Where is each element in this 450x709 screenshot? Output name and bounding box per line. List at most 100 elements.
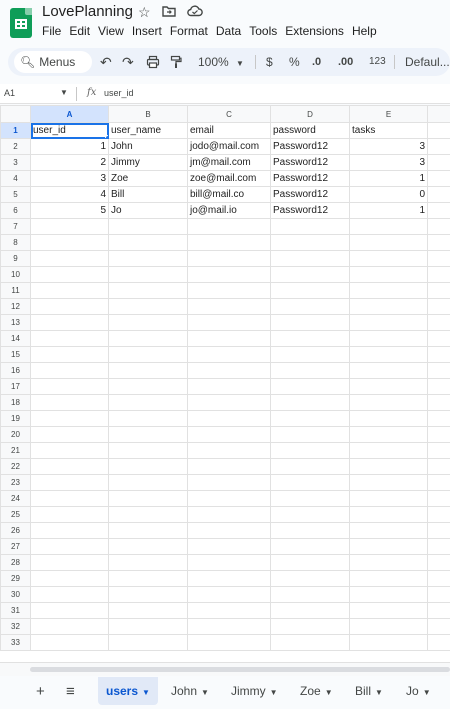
cell[interactable] <box>270 298 350 315</box>
cell[interactable] <box>270 330 350 347</box>
cell[interactable] <box>427 330 450 347</box>
cell[interactable]: Password12 <box>270 186 350 203</box>
cell[interactable] <box>108 410 188 427</box>
cell[interactable]: Jimmy <box>108 154 188 171</box>
cell[interactable] <box>187 570 271 587</box>
cell[interactable]: 1 <box>30 138 109 155</box>
cell[interactable] <box>349 250 428 267</box>
cell[interactable] <box>349 634 428 651</box>
cell[interactable] <box>270 442 350 459</box>
cell[interactable]: Password12 <box>270 154 350 171</box>
chevron-down-icon[interactable]: ▼ <box>325 688 333 697</box>
decrease-decimal-button[interactable]: .0 <box>312 48 321 76</box>
cell[interactable] <box>187 250 271 267</box>
name-box[interactable]: A1 <box>4 88 15 98</box>
cell[interactable] <box>187 410 271 427</box>
chevron-down-icon[interactable]: ▼ <box>142 688 150 697</box>
cell[interactable] <box>427 394 450 411</box>
cell[interactable] <box>427 170 450 187</box>
cell[interactable] <box>30 378 109 395</box>
cell[interactable]: jodo@mail.com <box>187 138 271 155</box>
cell[interactable]: 1 <box>349 170 428 187</box>
chevron-down-icon[interactable]: ▼ <box>375 688 383 697</box>
print-icon[interactable] <box>146 48 160 76</box>
row-header[interactable]: 9 <box>0 250 31 267</box>
cell[interactable] <box>427 538 450 555</box>
cell[interactable] <box>108 218 188 235</box>
row-header[interactable]: 6 <box>0 202 31 219</box>
cell[interactable] <box>108 474 188 491</box>
cell[interactable]: 3 <box>349 138 428 155</box>
sheet-tab-users[interactable]: users ▼ <box>98 677 158 705</box>
cell[interactable] <box>349 282 428 299</box>
zoom-select[interactable]: 100% ▼ <box>198 48 244 76</box>
scrollbar-thumb[interactable] <box>30 667 450 672</box>
spreadsheet-grid[interactable]: ABCDE 1 user_id user_name email password task… <box>0 105 450 662</box>
cell[interactable] <box>270 218 350 235</box>
cell[interactable] <box>427 314 450 331</box>
cell[interactable]: 4 <box>30 186 109 203</box>
cell[interactable] <box>30 426 109 443</box>
cell[interactable] <box>427 506 450 523</box>
cell[interactable] <box>270 234 350 251</box>
row-header[interactable]: 7 <box>0 218 31 235</box>
cell[interactable] <box>427 474 450 491</box>
cell[interactable]: 2 <box>30 154 109 171</box>
cell[interactable] <box>427 378 450 395</box>
cell[interactable] <box>349 330 428 347</box>
cell[interactable] <box>349 266 428 283</box>
cell[interactable] <box>108 570 188 587</box>
menu-insert[interactable]: Insert <box>132 24 162 38</box>
cell[interactable] <box>270 618 350 635</box>
cell[interactable]: jm@mail.com <box>187 154 271 171</box>
cell[interactable] <box>30 218 109 235</box>
cell[interactable] <box>30 282 109 299</box>
sheet-tab-jimmy[interactable]: Jimmy ▼ <box>223 677 286 705</box>
cell[interactable] <box>108 298 188 315</box>
row-header[interactable]: 8 <box>0 234 31 251</box>
row-header[interactable]: 29 <box>0 570 31 587</box>
cell[interactable] <box>187 426 271 443</box>
cell[interactable] <box>270 250 350 267</box>
cell[interactable] <box>187 234 271 251</box>
cell[interactable] <box>30 250 109 267</box>
row-header[interactable]: 5 <box>0 186 31 203</box>
cell[interactable] <box>427 346 450 363</box>
cell[interactable] <box>427 298 450 315</box>
cell[interactable] <box>30 298 109 315</box>
cell[interactable] <box>108 266 188 283</box>
cell[interactable] <box>349 298 428 315</box>
cell[interactable]: 1 <box>349 202 428 219</box>
cell[interactable] <box>349 490 428 507</box>
paint-format-icon[interactable] <box>170 48 182 76</box>
cloud-saved-icon[interactable] <box>187 4 203 20</box>
cell[interactable]: password <box>270 122 350 139</box>
cell[interactable] <box>187 634 271 651</box>
cell[interactable] <box>108 250 188 267</box>
cell[interactable] <box>187 618 271 635</box>
cell[interactable] <box>270 522 350 539</box>
cell[interactable]: tasks <box>349 122 428 139</box>
chevron-down-icon[interactable]: ▼ <box>270 688 278 697</box>
cell[interactable] <box>187 442 271 459</box>
cell[interactable] <box>427 282 450 299</box>
row-header[interactable]: 28 <box>0 554 31 571</box>
cell[interactable] <box>187 538 271 555</box>
all-sheets-icon[interactable]: ≡ <box>66 683 75 700</box>
cell[interactable] <box>30 330 109 347</box>
cell[interactable] <box>187 490 271 507</box>
cell[interactable] <box>427 266 450 283</box>
add-sheet-icon[interactable]: + <box>36 683 45 700</box>
row-header[interactable]: 22 <box>0 458 31 475</box>
column-header-e[interactable]: E <box>349 105 428 123</box>
cell[interactable] <box>108 618 188 635</box>
row-header[interactable]: 2 <box>0 138 31 155</box>
cell[interactable] <box>108 634 188 651</box>
cell[interactable] <box>270 378 350 395</box>
cell[interactable] <box>30 442 109 459</box>
move-folder-icon[interactable] <box>162 4 176 20</box>
formula-input[interactable]: user_id <box>104 88 134 98</box>
cell[interactable] <box>427 122 450 139</box>
row-header[interactable]: 20 <box>0 426 31 443</box>
row-header[interactable]: 3 <box>0 154 31 171</box>
